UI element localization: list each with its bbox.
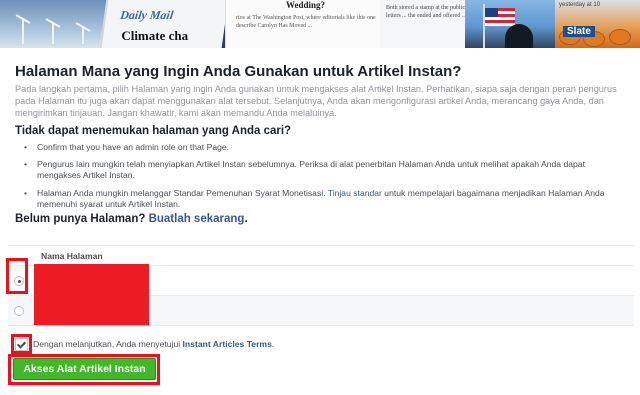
slate-preview: yesterday at 10 Slate bbox=[555, 0, 640, 48]
dailymail-logo: Daily Mail bbox=[119, 8, 175, 22]
page-name-column-header: Nama Halaman bbox=[41, 251, 103, 261]
redacted-page-names bbox=[34, 264, 149, 325]
instant-articles-terms-link[interactable]: Instant Articles Terms bbox=[183, 339, 272, 349]
page-title: Halaman Mana yang Ingin Anda Gunakan unt… bbox=[15, 63, 462, 80]
help-list: Confirm that you have an admin role on t… bbox=[22, 142, 622, 216]
climate-headline: Climate cha bbox=[121, 28, 189, 43]
no-page-prompt: Belum punya Halaman? Buatlah sekarang. bbox=[15, 213, 248, 225]
article-preview: Wedding? rios at The Washington Post, wh… bbox=[225, 0, 380, 48]
us-flag-icon bbox=[485, 8, 515, 26]
article-preview-2: Both stored a stamp at the public letter… bbox=[380, 0, 470, 48]
review-standards-link[interactable]: Tinjau standar bbox=[328, 188, 382, 198]
radio-highlight bbox=[6, 258, 28, 294]
help-subheading: Tidak dapat menemukan halaman yang Anda … bbox=[15, 125, 292, 137]
page-radio[interactable] bbox=[14, 306, 24, 316]
wedding-headline: Wedding? bbox=[286, 0, 326, 10]
article-snippet-2: Both stored a stamp at the public letter… bbox=[386, 5, 467, 19]
slate-logo: Slate bbox=[563, 26, 595, 37]
terms-agreement: Dengan melanjutkan, Anda menyetujui Inst… bbox=[33, 339, 275, 349]
header-banner: Daily Mail Climate cha Wedding? rios at … bbox=[0, 0, 640, 48]
article-snippet: rios at The Washington Post, where edito… bbox=[236, 15, 376, 29]
flag-photo bbox=[465, 0, 555, 48]
table-header: Nama Halaman bbox=[8, 246, 634, 266]
yesterday-text: yesterday at 10 bbox=[559, 2, 601, 8]
help-item: Confirm that you have an admin role on t… bbox=[22, 142, 622, 153]
wind-turbines-image bbox=[0, 0, 110, 48]
dailymail-preview: Daily Mail Climate cha bbox=[99, 0, 229, 48]
create-page-link[interactable]: Buatlah sekarang bbox=[149, 213, 245, 225]
help-item: Pengurus lain mungkin telah menyiapkan A… bbox=[22, 159, 622, 181]
intro-text: Pada langkah pertama, pilih Halaman yang… bbox=[15, 84, 617, 118]
button-highlight bbox=[8, 354, 160, 385]
checkbox-highlight bbox=[11, 334, 32, 354]
help-item: Halaman Anda mungkin melanggar Standar P… bbox=[22, 188, 622, 210]
